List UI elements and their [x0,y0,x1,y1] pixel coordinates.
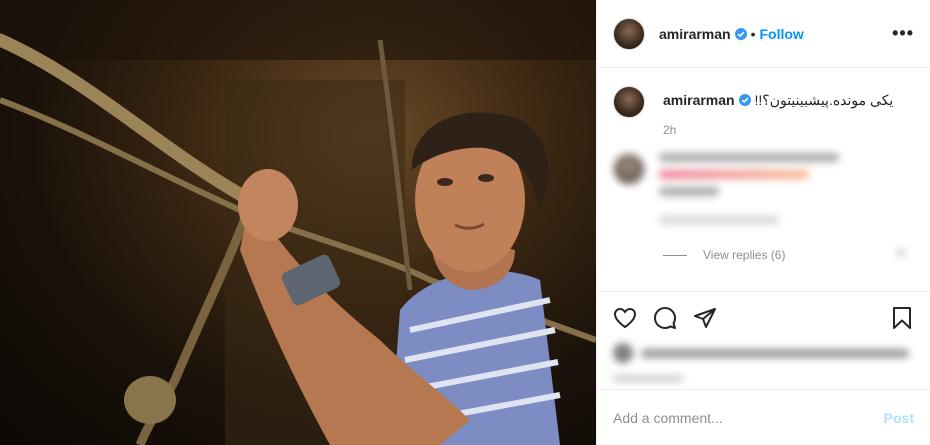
comment-input[interactable]: Add a comment... [613,410,884,426]
add-comment-bar: Add a comment... Post [597,389,930,445]
comment-like-icon [896,248,906,258]
caption: amirarman !!یکی مونده.پیشبینیتون؟ 2h [613,86,914,139]
post-side-panel: amirarman • Follow ••• amirarman !!یکی م… [596,0,930,445]
author-avatar[interactable] [613,17,645,50]
follow-button[interactable]: Follow [760,26,804,42]
view-replies-button[interactable]: View replies (6) [663,248,914,262]
verified-badge-icon [738,94,751,106]
blurred-comment [613,153,914,224]
header-separator: • [750,25,756,42]
author-username[interactable]: amirarman [659,26,731,42]
photo-scene [0,0,596,445]
commenter-avatar [613,153,645,185]
view-replies-label: View replies (6) [703,248,786,262]
more-options-icon[interactable]: ••• [892,23,914,44]
caption-username[interactable]: amirarman [663,92,735,108]
likes-summary [597,343,930,389]
caption-time[interactable]: 2h [663,121,893,139]
instagram-post: amirarman • Follow ••• amirarman !!یکی م… [0,0,930,445]
paper-plane-icon[interactable] [693,306,717,330]
heart-icon[interactable] [613,306,637,330]
comments-area: amirarman !!یکی مونده.پیشبینیتون؟ 2h Vie… [597,68,930,291]
caption-text: !!یکی مونده.پیشبینیتون؟ [754,92,894,108]
action-bar [597,291,930,343]
comment-bubble-icon[interactable] [653,306,677,330]
post-comment-button[interactable]: Post [884,410,914,426]
post-photo[interactable] [0,0,596,445]
replies-line [663,254,687,256]
post-header: amirarman • Follow ••• [597,0,930,68]
caption-avatar[interactable] [613,86,645,118]
verified-badge-icon [734,27,747,40]
bookmark-icon[interactable] [890,306,914,330]
